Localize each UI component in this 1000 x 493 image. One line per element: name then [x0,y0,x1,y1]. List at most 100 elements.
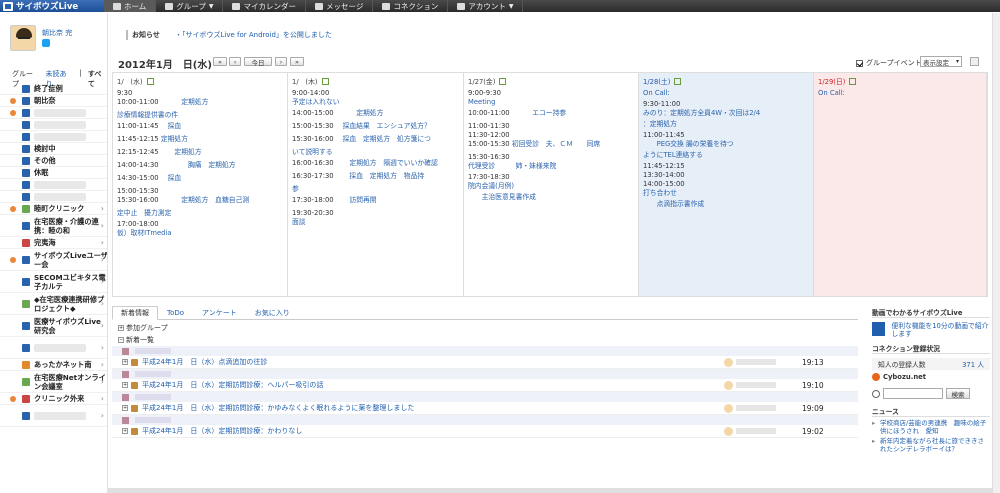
group-event-checkbox[interactable] [856,59,863,67]
news-item[interactable]: 新年内定着ながら社長に旅でききされたシンデレラボーイは？ [872,437,990,453]
calendar-day-column[interactable]: 1/ (木) 9:00-14:00 予定は入れない 14:00-15:00 定期処方… [288,73,464,296]
sidebar-group-item[interactable] [0,119,107,131]
search-input[interactable] [883,388,943,399]
calendar-event[interactable]: 11:00-11:30 [468,122,510,130]
calendar-event[interactable]: 13:30-14:00 [643,171,685,179]
feed-title-link[interactable]: 平成24年1月 日（水）点滴追加の往診 [142,357,267,367]
day-date[interactable]: 1/29(日) [818,76,845,86]
sidebar-group-item[interactable]: その他 [0,155,107,167]
tab-item[interactable]: お気に入り [246,306,299,320]
sidebar-group-item[interactable] [0,107,107,119]
feed-row[interactable]: + 平成24年1月 日（水）定期訪問診療：ヘルパー吸引の話 19:10 [112,379,858,391]
filter-all-link[interactable]: すべて [88,69,107,88]
calendar-event[interactable]: 9:00-14:00 [292,89,329,97]
add-event-icon[interactable] [499,77,507,85]
feed-row[interactable]: + 平成24年1月 日（水）点滴追加の往診 19:13 [112,356,858,368]
calendar-day-column[interactable]: 1/29(日) On Call: [814,73,987,296]
calendar-event[interactable]: 17:30-18:30 [468,173,510,181]
group-event-toggle[interactable]: グループイベント [856,58,922,68]
notice-link[interactable]: ・「サイボウズLive for Android」を公開しました [175,30,332,40]
sidebar-group-item[interactable]: ◆在宅医療連携研修プロジェクト◆ › [0,293,107,315]
next-week-button[interactable]: » [290,57,304,66]
calendar-event[interactable]: 19:30-20:30 [292,209,334,217]
calendar-event[interactable]: 16:30-17:30 採血 定期処方 物品持 [292,172,424,180]
movie-text[interactable]: 便利な機能を10分の動画で紹介します [891,322,990,338]
avatar[interactable] [10,25,36,51]
app-logo[interactable]: サイボウズLive [0,0,104,12]
calendar-event[interactable]: 14:00-15:00 定期処方 [292,109,383,117]
author-avatar[interactable] [724,380,733,390]
sidebar-group-item[interactable]: 在宅医療・介護の連携：睦の和 › [0,215,107,237]
sidebar-group-item[interactable] [0,131,107,143]
author-name[interactable] [736,428,776,434]
feed-title-link[interactable]: 平成24年1月 日（水）定期訪問診療：ヘルパー吸引の話 [142,380,323,390]
calendar-event[interactable]: 診療情報提供書の件 [117,111,178,119]
feed-row[interactable]: + 平成24年1月 日（水）定期訪問診療：かゆみなくよく眠れるように薬を整理しまし… [112,402,858,414]
today-button[interactable]: 今日 [244,57,272,67]
feed-group-header[interactable] [112,346,858,356]
expand-icon[interactable]: + [122,382,128,388]
expand-icon[interactable]: + [122,405,128,411]
sidebar-group-item[interactable]: 検討中 [0,143,107,155]
calendar-event[interactable]: 9:30-11:00 [643,100,680,108]
calendar-event[interactable]: Meeting [468,98,495,106]
calendar-event[interactable]: 11:30-12:00 [468,131,510,139]
day-date[interactable]: 1/ (木) [292,76,318,86]
sidebar-group-item[interactable] [0,191,107,203]
add-event-icon[interactable] [849,77,857,85]
joined-groups-section[interactable]: + 参加グループ [112,322,858,334]
tab-item[interactable]: 新着情報 [112,306,158,320]
add-event-icon[interactable] [321,77,329,85]
calendar-event[interactable]: 定中止 擾力測定 [117,209,171,217]
sidebar-group-item[interactable]: サイボウズLiveユーザー会 › [0,249,107,271]
cybozu-net-brand[interactable]: Cybozu.net [872,372,990,382]
calendar-event[interactable]: 代理受診 姉・妹様来院 [468,162,556,170]
calendar-event[interactable]: 11:45-12:15 定期処方 [117,135,188,143]
feed-group-header[interactable] [112,369,858,379]
sidebar-group-item[interactable]: › [0,405,107,427]
calendar-event[interactable]: 点滴指示書作成 [643,200,705,208]
calendar-event[interactable]: PEG交換 腸の栄養を待つ [643,140,734,148]
calendar-event[interactable]: 15:30-16:00 定期処方 血糖自己測 [117,196,249,204]
calendar-event[interactable]: 16:00-16:30 定期処方 隔週でいいか確認 [292,159,438,167]
nav-message[interactable]: メッセージ [306,0,374,12]
calendar-event[interactable]: On Call: [818,89,845,97]
calendar-event[interactable]: 面談 [292,218,306,226]
sidebar-group-item[interactable]: 医療サイボウズLive研究会 › [0,315,107,337]
calendar-event[interactable]: On Call: [643,89,670,97]
calendar-event[interactable]: 予定は入れない [292,98,340,106]
author-name[interactable] [736,382,776,388]
feed-title-link[interactable]: 平成24年1月 日（水）定期訪問診療：かわりなし [142,426,302,436]
calendar-event[interactable]: 院内会議(月例) [468,182,514,190]
author-avatar[interactable] [724,357,733,367]
news-item[interactable]: 学校商店/芸能の男連携 趣味の絵子供にほうされ 愛知 [872,419,990,435]
author-name[interactable] [736,359,776,365]
author-name[interactable] [736,405,776,411]
calendar-event[interactable]: 参 [292,185,299,193]
calendar-event[interactable]: 10:00-11:00 エコー持参 [468,109,566,117]
movie-promo[interactable]: 便利な機能を10分の動画で紹介します [872,322,990,338]
calendar-day-column[interactable]: 1/28(土) On Call: 9:30-11:00 みのり：定期処方全員4W・次… [639,73,814,296]
feed-group-header[interactable] [112,415,858,425]
sidebar-group-item[interactable]: クリニック外来 › [0,393,107,405]
calendar-settings-icon[interactable] [970,57,979,66]
nav-my-calendar[interactable]: マイカレンダー [223,0,306,12]
feed-row[interactable]: + 平成24年1月 日（水）定期訪問診療：かわりなし 19:02 [112,425,858,437]
feed-title-link[interactable]: 平成24年1月 日（水）定期訪問診療：かゆみなくよく眠れるように薬を整理しました [142,403,414,413]
day-date[interactable]: 1/28(土) [643,76,670,86]
sidebar-group-item[interactable]: 完夷海 › [0,237,107,249]
expand-icon[interactable]: + [122,428,128,434]
calendar-event[interactable]: 10:00-11:00 定期処方 [117,98,208,106]
feed-group-header[interactable] [112,392,858,402]
calendar-event[interactable]: 11:00-11:45 採血 [117,122,181,130]
sidebar-group-item[interactable]: SECOMユビキタス電子カルテ › [0,271,107,293]
profile-name[interactable]: 朝比奈 完 [42,28,72,38]
author-avatar[interactable] [724,426,733,436]
prev-week-button[interactable]: « [213,57,227,66]
calendar-event[interactable]: 17:30-18:00 訪問再開 [292,196,377,204]
tab-item[interactable]: ToDo [158,306,193,320]
calendar-event[interactable]: 14:00-14:30 胸痛 定期処方 [117,161,236,169]
calendar-event[interactable]: 12:15-12:45 定期処方 [117,148,202,156]
page-scrollbar[interactable] [992,13,1000,493]
twitter-icon[interactable] [42,39,50,47]
